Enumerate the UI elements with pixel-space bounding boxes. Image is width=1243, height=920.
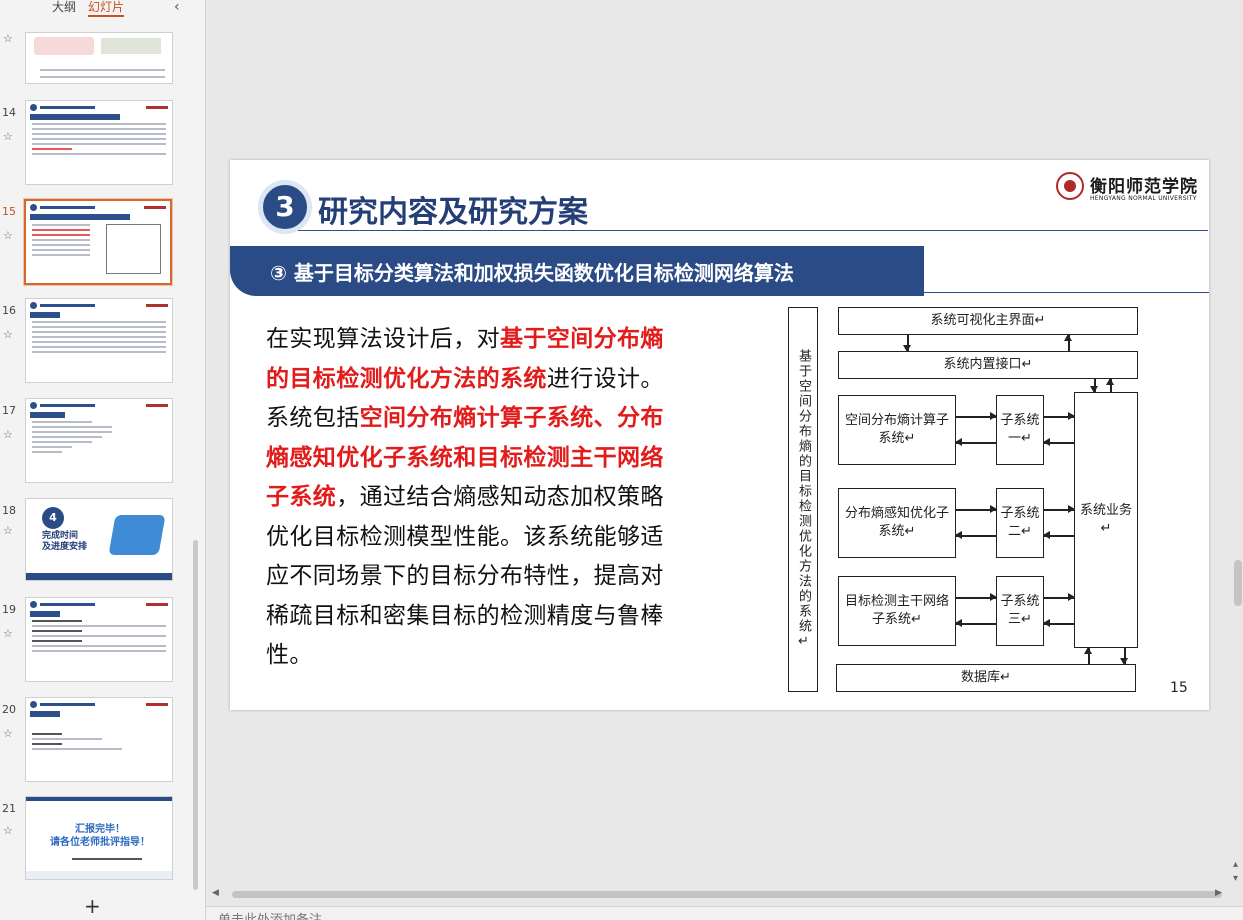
diagram-subsystem-1: 空间分布熵计算子系统↵	[838, 395, 956, 465]
panel-scrollbar[interactable]	[193, 540, 198, 890]
slide-thumbnail[interactable]	[25, 298, 173, 383]
thumb-text	[40, 76, 165, 78]
logo-seal-icon	[1056, 172, 1084, 200]
arrow	[955, 532, 996, 538]
section-number-badge: 3	[258, 180, 312, 234]
thumb-figure	[34, 37, 94, 55]
university-logo: 衡阳师范学院 HENGYANG NORMAL UNIVERSITY	[1056, 170, 1202, 206]
slide-thumbnail-selected[interactable]	[24, 199, 172, 285]
slide-thumbnail[interactable]	[25, 32, 173, 84]
page-nav-icons[interactable]: ▴ ▾	[1233, 858, 1238, 886]
thumb-section-title: 完成时间 及进度安排	[42, 531, 88, 552]
star-icon[interactable]: ☆	[3, 627, 13, 640]
arrow	[1091, 379, 1097, 393]
logo-name-cn: 衡阳师范学院	[1090, 177, 1198, 197]
thumb-thanks: 汇报完毕！ 请各位老师批评指导！	[50, 824, 150, 848]
notes-pane[interactable]: 单击此处添加备注	[206, 906, 1243, 920]
subtitle-text: ③ 基于目标分类算法和加权损失函数优化目标检测网络算法	[270, 261, 794, 285]
arrow	[956, 594, 997, 600]
diagram-business-box: 系统业务↵	[1074, 392, 1138, 648]
thumb-footer	[26, 573, 172, 580]
slide-thumbnail[interactable]: 汇报完毕！ 请各位老师批评指导！	[25, 796, 173, 880]
arrow	[955, 439, 996, 445]
arrow	[1121, 648, 1127, 665]
arrow	[1043, 439, 1074, 445]
body-text[interactable]: 在实现算法设计后，对基于空间分布熵的目标检测优化方法的系统进行设计。系统包括空间…	[266, 320, 684, 676]
scroll-thumb[interactable]	[232, 891, 1222, 898]
diagram-side-label: 基于空间分布熵的目标检测优化方法的系统↵	[788, 307, 818, 692]
arrow	[956, 506, 997, 512]
slide-number: 20	[2, 703, 16, 716]
arrow	[1107, 378, 1113, 392]
panel-tabs: 大纲 幻灯片 ‹	[0, 0, 206, 20]
subtitle-rule	[924, 292, 1209, 293]
page-number: 15	[1170, 680, 1188, 696]
slide-number: 16	[2, 304, 16, 317]
slide-panel: 大纲 幻灯片 ‹ ☆ 14 ☆ 15 ☆ 16 ☆ 17 ☆ 18 ☆ 4 完成…	[0, 0, 206, 920]
arrow	[1043, 620, 1074, 626]
arrow	[904, 335, 910, 352]
presentation-app: 大纲 幻灯片 ‹ ☆ 14 ☆ 15 ☆ 16 ☆ 17 ☆ 18 ☆ 4 完成…	[0, 0, 1243, 920]
arrow	[1044, 594, 1075, 600]
vertical-scroll-thumb[interactable]	[1234, 560, 1242, 606]
diagram-sys-3: 子系统三↵	[996, 576, 1044, 646]
slide-number: 21	[2, 802, 16, 815]
slide-number: 14	[2, 106, 16, 119]
slide-number: 18	[2, 504, 16, 517]
scroll-left-icon[interactable]: ◀	[212, 888, 219, 898]
star-icon[interactable]: ☆	[3, 428, 13, 441]
star-icon[interactable]: ☆	[3, 130, 13, 143]
thumb-figure	[101, 38, 161, 54]
notes-placeholder[interactable]: 单击此处添加备注	[218, 909, 322, 920]
slide-thumbnail[interactable]: 4 完成时间 及进度安排	[25, 498, 173, 581]
thumb-text	[40, 69, 165, 71]
section-title: 研究内容及研究方案	[318, 195, 588, 230]
slide-thumbnail[interactable]	[25, 597, 173, 682]
star-icon[interactable]: ☆	[3, 727, 13, 740]
slide-thumbnail[interactable]	[25, 398, 173, 483]
slide-number: 19	[2, 603, 16, 616]
tab-slides[interactable]: 幻灯片	[88, 0, 124, 14]
arrow	[1085, 647, 1091, 664]
slide-thumbnail[interactable]	[25, 697, 173, 782]
tab-outline[interactable]: 大纲	[52, 0, 76, 14]
arrow	[955, 620, 996, 626]
thumb-section-num: 4	[42, 507, 64, 529]
slide-thumbnail[interactable]	[25, 100, 173, 185]
puzzle-graphic	[108, 515, 166, 555]
header-divider	[298, 230, 1208, 231]
diagram-interface-box: 系统内置接口↵	[838, 351, 1138, 379]
slide-number: 17	[2, 404, 16, 417]
arrow	[1044, 506, 1075, 512]
star-icon[interactable]: ☆	[3, 524, 13, 537]
arrow	[1065, 334, 1071, 351]
diagram-sys-2: 子系统二↵	[996, 488, 1044, 558]
star-icon[interactable]: ☆	[3, 328, 13, 341]
body-span: ，通过结合熵感知动态加权策略优化目标检测模型性能。该系统能够适应不同场景下的目标…	[266, 484, 664, 668]
diagram-sys-1: 子系统一↵	[996, 395, 1044, 465]
diagram-top-box: 系统可视化主界面↵	[838, 307, 1138, 335]
body-span: 在实现算法设计后，对	[266, 326, 500, 352]
arrow	[956, 413, 997, 419]
arrow	[1044, 413, 1075, 419]
active-tab-indicator	[88, 15, 124, 17]
system-diagram[interactable]: 基于空间分布熵的目标检测优化方法的系统↵ 系统可视化主界面↵ 系统内置接口↵ 空…	[786, 302, 1146, 697]
slide-number: 15	[2, 205, 16, 218]
scroll-right-icon[interactable]: ▶	[1215, 888, 1222, 898]
star-icon[interactable]: ☆	[3, 824, 13, 837]
collapse-panel-icon[interactable]: ‹	[174, 0, 180, 15]
star-icon[interactable]: ☆	[3, 229, 13, 242]
diagram-subsystem-2: 分布熵感知优化子系统↵	[838, 488, 956, 558]
arrow	[1043, 532, 1074, 538]
diagram-database-box: 数据库↵	[836, 664, 1136, 692]
add-slide-button[interactable]: +	[84, 894, 101, 918]
horizontal-scrollbar[interactable]: ◀ ▶	[212, 888, 1222, 902]
diagram-subsystem-3: 目标检测主干网络子系统↵	[838, 576, 956, 646]
logo-name-en: HENGYANG NORMAL UNIVERSITY	[1090, 195, 1197, 202]
star-icon[interactable]: ☆	[3, 32, 13, 45]
slide-canvas[interactable]: 3 研究内容及研究方案 衡阳师范学院 HENGYANG NORMAL UNIVE…	[230, 160, 1209, 710]
